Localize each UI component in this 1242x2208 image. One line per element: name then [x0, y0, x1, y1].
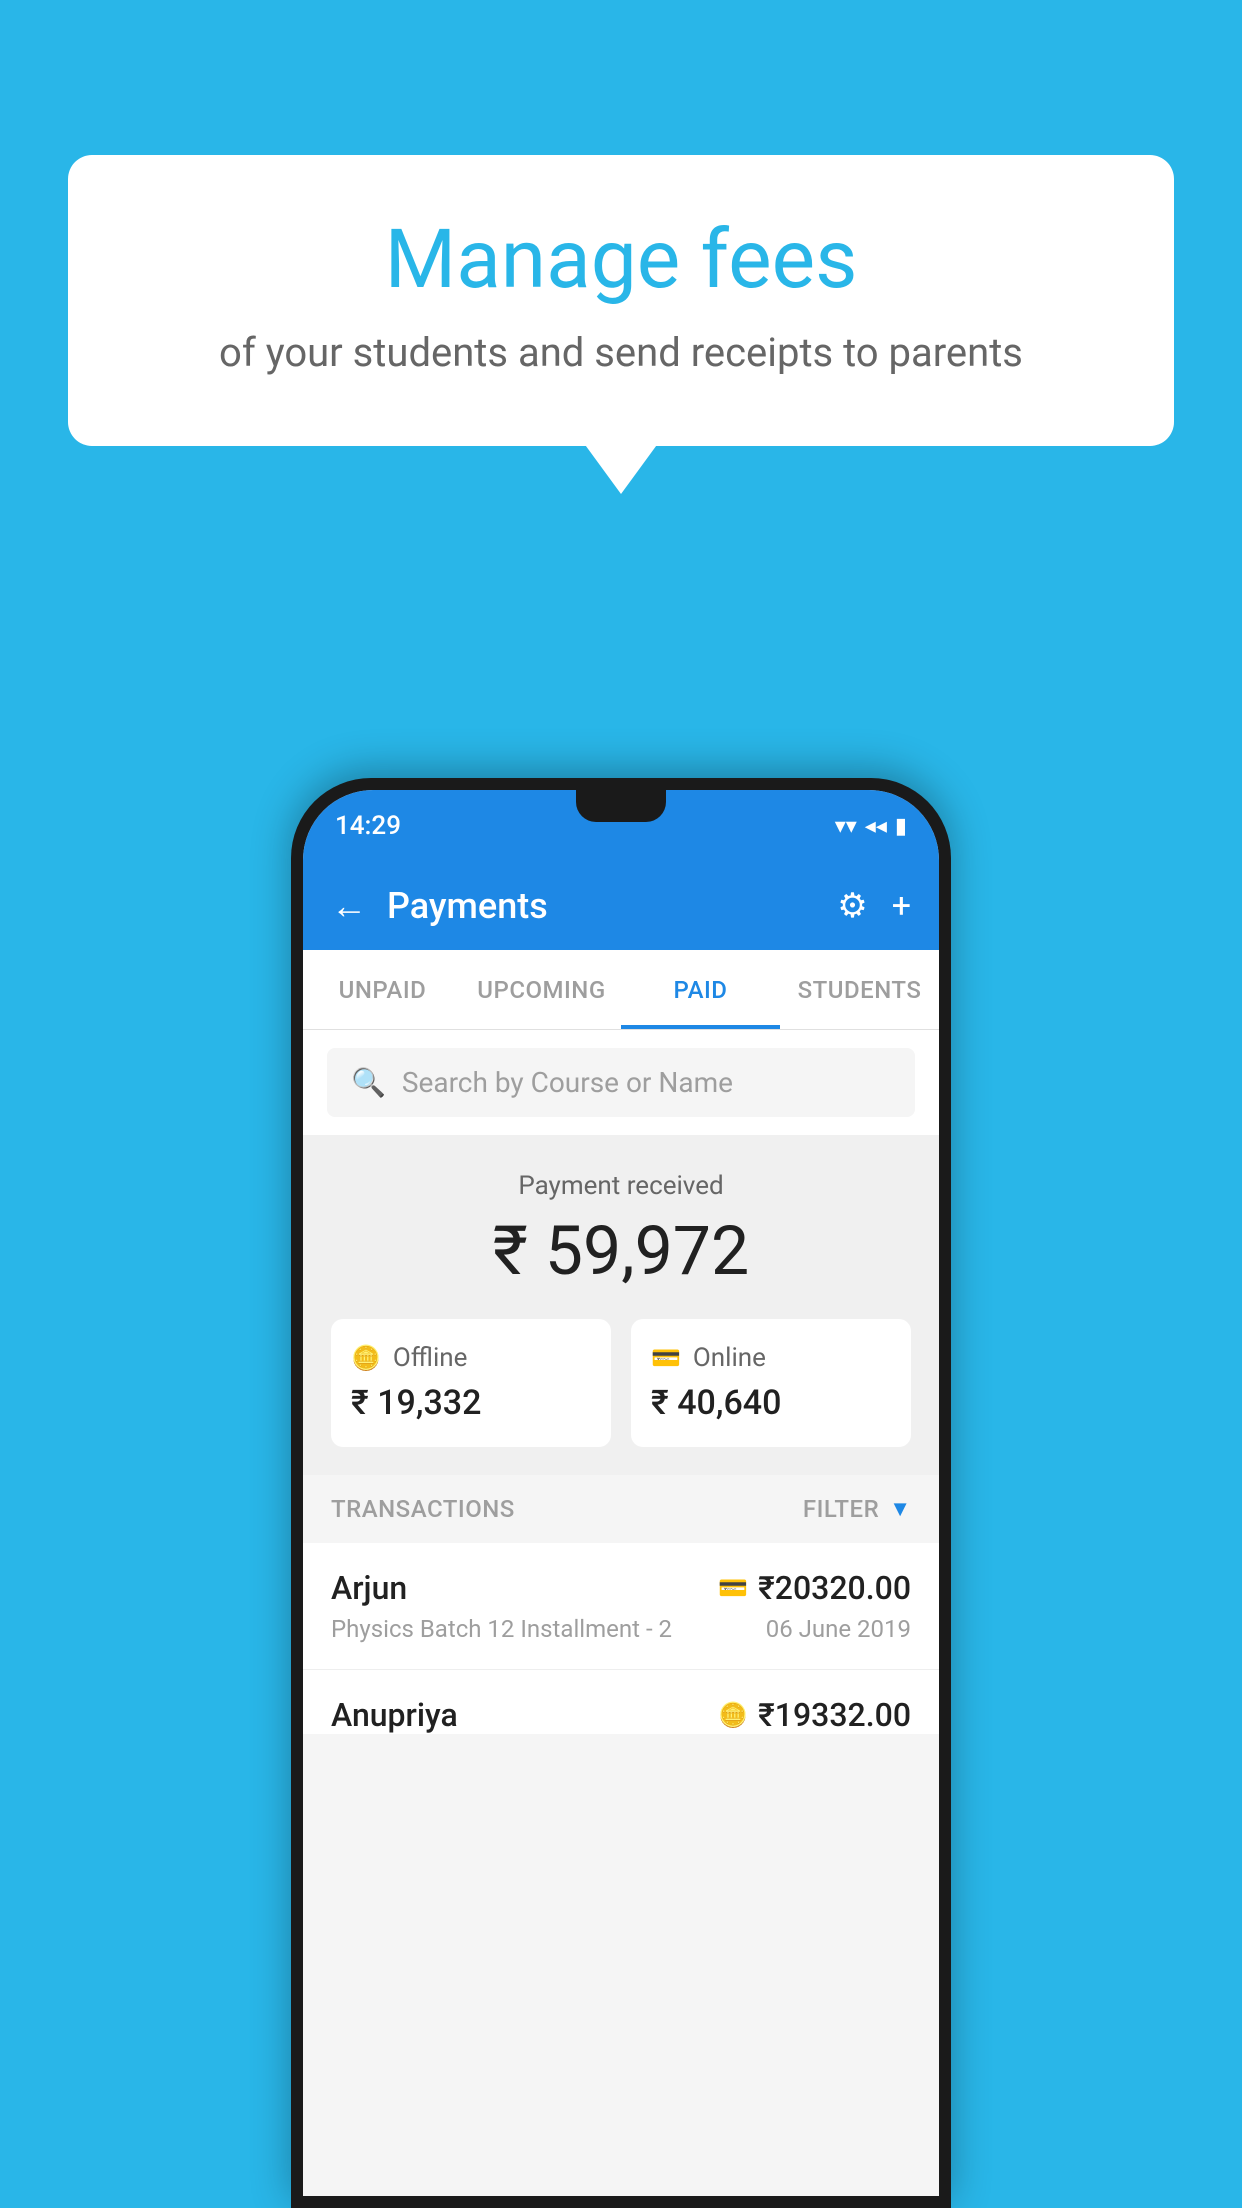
offline-card: 🪙 Offline ₹ 19,332 — [331, 1319, 611, 1447]
filter-label: FILTER — [803, 1495, 879, 1523]
tab-students[interactable]: STUDENTS — [780, 950, 939, 1029]
status-time: 14:29 — [335, 811, 401, 841]
payment-received-label: Payment received — [331, 1171, 911, 1201]
tab-upcoming[interactable]: UPCOMING — [462, 950, 621, 1029]
app-header: ← Payments ⚙ + — [303, 862, 939, 950]
online-amount: ₹ 40,640 — [651, 1383, 781, 1423]
speech-bubble: Manage fees of your students and send re… — [68, 155, 1174, 446]
gear-icon[interactable]: ⚙ — [837, 886, 867, 926]
signal-icon: ◂◂ — [865, 814, 887, 839]
offline-card-top: 🪙 Offline — [351, 1343, 467, 1373]
transaction-right-2: 🪙 ₹19332.00 — [718, 1696, 911, 1734]
tab-unpaid[interactable]: UNPAID — [303, 950, 462, 1029]
table-row[interactable]: Anupriya 🪙 ₹19332.00 — [303, 1670, 939, 1734]
course-info: Physics Batch 12 Installment - 2 — [331, 1615, 672, 1643]
transaction-amount-2: ₹19332.00 — [758, 1696, 911, 1734]
search-input[interactable]: Search by Course or Name — [402, 1066, 733, 1099]
back-button[interactable]: ← — [331, 888, 367, 924]
transactions-label: TRANSACTIONS — [331, 1495, 515, 1523]
offline-amount: ₹ 19,332 — [351, 1383, 481, 1423]
header-left: ← Payments — [331, 885, 548, 927]
page-title: Payments — [387, 885, 548, 927]
online-label: Online — [693, 1343, 766, 1373]
table-row[interactable]: Arjun 💳 ₹20320.00 Physics Batch 12 Insta… — [303, 1543, 939, 1670]
bubble-subtitle: of your students and send receipts to pa… — [148, 329, 1094, 376]
cash-payment-icon: 🪙 — [718, 1701, 748, 1729]
filter-icon: ▼ — [889, 1496, 911, 1522]
online-card: 💳 Online ₹ 40,640 — [631, 1319, 911, 1447]
tabs-bar: UNPAID UPCOMING PAID STUDENTS — [303, 950, 939, 1030]
student-name: Arjun — [331, 1569, 407, 1607]
student-name-2: Anupriya — [331, 1696, 458, 1734]
payment-cards: 🪙 Offline ₹ 19,332 💳 Online ₹ 40,640 — [331, 1319, 911, 1447]
transaction-main-2: Anupriya 🪙 ₹19332.00 — [331, 1696, 911, 1734]
notch — [576, 790, 666, 822]
tab-paid[interactable]: PAID — [621, 950, 780, 1029]
card-payment-icon: 💳 — [718, 1574, 748, 1602]
transaction-sub: Physics Batch 12 Installment - 2 06 June… — [331, 1615, 911, 1643]
add-icon[interactable]: + — [892, 886, 911, 926]
status-bar: 14:29 ▾▾ ◂◂ ▮ — [303, 790, 939, 862]
cash-icon: 🪙 — [351, 1344, 381, 1372]
search-box[interactable]: 🔍 Search by Course or Name — [327, 1048, 915, 1117]
search-icon: 🔍 — [351, 1066, 386, 1099]
header-right: ⚙ + — [837, 886, 911, 926]
status-icons: ▾▾ ◂◂ ▮ — [835, 814, 907, 839]
transaction-right: 💳 ₹20320.00 — [718, 1569, 911, 1607]
transaction-date: 06 June 2019 — [766, 1615, 911, 1643]
card-icon: 💳 — [651, 1344, 681, 1372]
payment-total-amount: ₹ 59,972 — [331, 1211, 911, 1291]
transaction-main: Arjun 💳 ₹20320.00 — [331, 1569, 911, 1607]
transactions-header: TRANSACTIONS FILTER ▼ — [303, 1475, 939, 1543]
filter-container[interactable]: FILTER ▼ — [803, 1495, 911, 1523]
payment-summary: Payment received ₹ 59,972 🪙 Offline ₹ 19… — [303, 1135, 939, 1475]
speech-bubble-container: Manage fees of your students and send re… — [68, 155, 1174, 446]
search-container: 🔍 Search by Course or Name — [303, 1030, 939, 1135]
battery-icon: ▮ — [895, 814, 907, 839]
online-card-top: 💳 Online — [651, 1343, 766, 1373]
wifi-icon: ▾▾ — [835, 814, 857, 839]
phone-frame: 14:29 ▾▾ ◂◂ ▮ ← Payments ⚙ + UNPAID — [291, 778, 951, 2208]
offline-label: Offline — [393, 1343, 468, 1373]
phone-screen: 14:29 ▾▾ ◂◂ ▮ ← Payments ⚙ + UNPAID — [303, 790, 939, 2196]
bubble-title: Manage fees — [148, 215, 1094, 305]
transaction-amount: ₹20320.00 — [758, 1569, 911, 1607]
